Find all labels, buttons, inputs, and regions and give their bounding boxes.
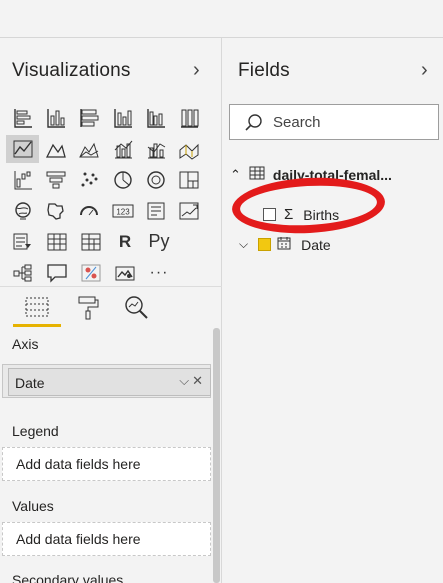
funnel-icon[interactable] [39, 166, 72, 194]
fields-pane: Fields › Search ⌃ daily-total-femal... Σ… [223, 38, 443, 583]
chevron-down-icon[interactable]: ⌵ [239, 237, 248, 252]
r-label: R [118, 231, 132, 251]
values-well[interactable]: Add data fields here [2, 522, 211, 556]
python-visual-icon[interactable]: Py [142, 228, 176, 256]
chevron-down-icon[interactable]: ⌵ [179, 373, 192, 388]
r-visual-icon[interactable]: R [108, 228, 142, 256]
secondary-values-label: Secondary values [12, 572, 124, 583]
date-checkbox[interactable] [258, 238, 272, 251]
map-icon[interactable] [6, 197, 39, 225]
search-input[interactable]: Search [229, 104, 439, 140]
card-icon[interactable]: 123 [106, 197, 139, 225]
visualizations-title: Visualizations [12, 60, 131, 81]
fields-title: Fields [238, 60, 290, 81]
visualizations-pane: Visualizations › 123 R Py ··· Axis Date … [0, 38, 222, 583]
magnifier-analytics-icon[interactable] [124, 295, 150, 326]
calendar-icon [277, 236, 291, 253]
line-and-clustered-column-icon[interactable] [139, 135, 172, 163]
filled-map-icon[interactable] [39, 197, 72, 225]
axis-field-value: Date [15, 375, 45, 391]
top-bar [0, 0, 443, 38]
stacked-area-icon[interactable] [73, 135, 106, 163]
chevron-right-icon[interactable]: › [193, 60, 200, 80]
area-chart-icon[interactable] [39, 135, 72, 163]
card-label: 123 [116, 207, 130, 216]
scrollbar[interactable] [213, 328, 220, 583]
slicer-icon[interactable] [6, 228, 40, 256]
stacked-bar-icon[interactable] [6, 104, 39, 132]
paint-roller-icon[interactable] [76, 295, 100, 326]
chevron-right-icon[interactable]: › [421, 60, 428, 80]
axis-field-pill[interactable]: Date ⌵✕ [8, 368, 211, 396]
table-icon [249, 166, 265, 183]
waterfall-icon[interactable] [6, 166, 39, 194]
100-stacked-bar-icon[interactable] [73, 104, 106, 132]
more-icon[interactable]: ··· [142, 259, 176, 287]
kpi-icon[interactable] [173, 197, 206, 225]
axis-well[interactable]: Date ⌵✕ [2, 364, 211, 398]
multi-row-card-icon[interactable] [139, 197, 172, 225]
chevron-up-icon[interactable]: ⌃ [230, 167, 241, 183]
key-influencers-icon[interactable] [74, 259, 108, 287]
legend-well[interactable]: Add data fields here [2, 447, 211, 481]
clustered-bar-icon[interactable] [39, 104, 72, 132]
table-icon[interactable] [40, 228, 74, 256]
close-icon[interactable]: ✕ [192, 373, 206, 388]
treemap-icon[interactable] [173, 166, 206, 194]
field-row-date[interactable]: ⌵ Date [239, 236, 331, 253]
line-chart-icon[interactable] [6, 134, 40, 163]
stacked-column-icon[interactable] [106, 104, 139, 132]
py-label: Py [148, 231, 170, 251]
active-tab-indicator [13, 324, 61, 327]
date-label: Date [301, 236, 331, 253]
fields-well-icon[interactable] [24, 295, 50, 324]
search-placeholder: Search [273, 114, 321, 131]
decomposition-tree-icon[interactable] [6, 259, 40, 287]
legend-label: Legend [12, 423, 59, 439]
clustered-column-icon[interactable] [139, 104, 172, 132]
matrix-icon[interactable] [74, 228, 108, 256]
qa-icon[interactable] [40, 259, 74, 287]
arcgis-icon[interactable] [108, 259, 142, 287]
more-label: ··· [149, 263, 169, 281]
donut-icon[interactable] [139, 166, 172, 194]
visual-gallery: 123 R Py ··· [6, 102, 206, 288]
scatter-icon[interactable] [73, 166, 106, 194]
search-icon [244, 113, 264, 137]
100-stacked-column-icon[interactable] [173, 104, 206, 132]
values-label: Values [12, 498, 54, 514]
ribbon-chart-icon[interactable] [173, 135, 206, 163]
gauge-icon[interactable] [73, 197, 106, 225]
pie-icon[interactable] [106, 166, 139, 194]
axis-label: Axis [12, 336, 39, 352]
line-and-stacked-column-icon[interactable] [106, 135, 139, 163]
